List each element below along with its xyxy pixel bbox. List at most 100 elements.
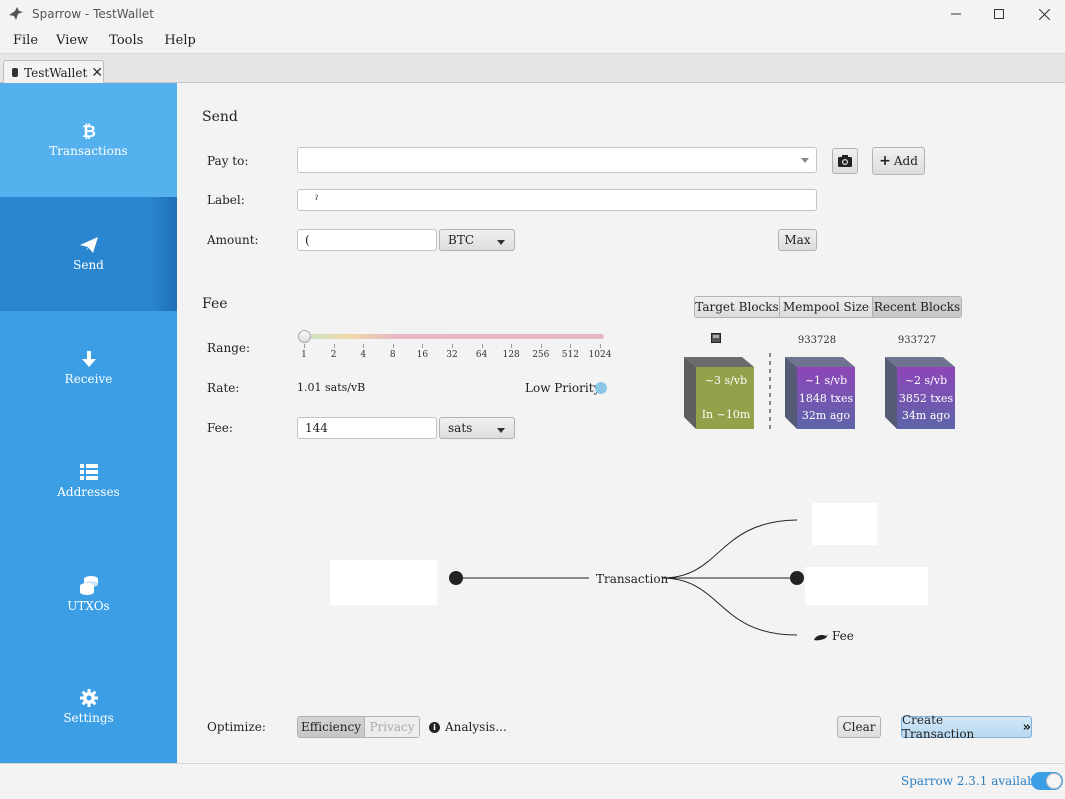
tab-mempool-size[interactable]: Mempool Size [780,297,873,317]
range-tick-label: 256 [532,350,550,360]
rate-label: Rate: [207,381,240,395]
optimize-toggle: Efficiency Privacy [297,716,420,738]
amount-unit-select[interactable]: BTC [439,229,515,251]
sidebar-item-label: Settings [63,711,114,725]
range-tick [392,344,394,348]
range-tick-label: 64 [475,350,488,360]
label-field[interactable]: ˀ [297,189,817,211]
change-output-box [805,567,928,605]
output-node [790,571,804,585]
chevron-down-icon [497,240,505,245]
sidebar-item-utxos[interactable]: UTXOs [0,537,177,651]
menu-view[interactable]: View [46,33,96,48]
input-box [330,560,437,605]
sidebar-item-settings[interactable]: Settings [0,650,177,764]
chevron-down-icon [497,428,505,433]
fee-range-slider-track[interactable] [304,334,604,339]
plus-icon: + [879,153,891,169]
status-bar: Sparrow 2.3.1 available [0,763,1065,799]
range-tick [540,344,542,348]
create-transaction-button[interactable]: Create Transaction » [901,713,1032,741]
priority-label: Low Priority [525,381,601,395]
menu-bar: File View Tools Help [0,28,1065,54]
gear-icon [79,689,98,707]
range-tick [600,344,601,348]
wallet-tab-strip: TestWallet ✕ [0,54,1065,84]
clear-button[interactable]: Clear [837,716,881,738]
camera-button[interactable] [832,148,858,174]
tab-recent-blocks[interactable]: Recent Blocks [873,297,961,317]
range-tick-label: 32 [446,350,458,360]
range-tick [570,344,572,348]
block-number: 933728 [797,335,837,346]
online-toggle[interactable] [1031,772,1063,790]
sidebar-item-addresses[interactable]: Addresses [0,424,177,538]
priority-indicator-icon [595,382,607,394]
block-tx-count: 3852 txes [898,392,954,405]
tab-target-blocks[interactable]: Target Blocks [695,297,780,317]
max-button[interactable]: Max [778,229,817,251]
minimize-icon[interactable] [933,0,978,28]
menu-tools[interactable]: Tools [96,33,151,48]
range-tick-label: 8 [389,350,396,360]
optimize-efficiency[interactable]: Efficiency [298,717,365,737]
analysis-link[interactable]: Analysis... [445,720,507,734]
input-node [449,571,463,585]
wallet-tab-label: TestWallet [24,65,88,80]
paper-plane-icon [79,237,98,253]
range-tick-label: 512 [561,350,579,360]
range-tick-label: 128 [502,350,520,360]
arrow-down-icon [81,351,96,367]
range-tick-label: 4 [360,350,367,360]
wallet-tab[interactable]: TestWallet ✕ [3,60,104,84]
toggle-knob [1046,773,1062,789]
add-recipient-button[interactable]: + Add [872,147,925,175]
fee-amount-field[interactable]: 144 [297,417,437,439]
optimize-privacy[interactable]: Privacy [365,717,419,737]
update-available-link[interactable]: Sparrow 2.3.1 available [901,774,1046,788]
fee-icon [814,634,828,641]
block-eta: In ~10m [701,408,751,421]
range-tick [481,344,483,348]
block-rate: ~2 s/vb [904,374,948,387]
window-title: Sparrow - TestWallet [32,7,154,21]
block-rate: ~1 s/vb [804,374,848,387]
amount-label: Amount: [207,233,259,247]
fee-rate-value: 1.01 sats/vB [297,381,366,394]
wallet-icon [12,68,19,77]
sidebar-item-receive[interactable]: Receive [0,311,177,425]
fee-view-toggle: Target Blocks Mempool Size Recent Blocks [694,296,962,318]
sidebar-item-label: Transactions [49,144,128,158]
pay-to-dropdown-icon[interactable] [801,158,809,163]
send-panel: Send Pay to: + Add Label: ˀ Amount: ( BT… [177,83,1065,763]
double-chevron-right-icon: » [1022,719,1031,735]
fee-range-slider-thumb[interactable] [298,330,311,343]
title-bar: Sparrow - TestWallet [0,0,1065,28]
sidebar-item-label: UTXOs [67,599,110,613]
fee-unit-select[interactable]: sats [439,417,515,439]
amount-field[interactable]: ( [297,229,437,251]
sidebar-item-label: Send [73,258,104,272]
sidebar-item-send[interactable]: Send [0,197,177,311]
menu-file[interactable]: File [0,33,46,48]
menu-help[interactable]: Help [151,33,204,48]
range-tick [304,344,305,348]
tab-close-icon[interactable]: ✕ [91,65,103,81]
coins-icon [79,576,98,595]
range-tick [363,344,365,348]
maximize-icon[interactable] [976,0,1021,28]
output-box [812,503,877,545]
range-tick-label: 1024 [588,350,612,360]
sidebar: ₿ Transactions Send Receive Addresses UT… [0,83,177,763]
sidebar-item-transactions[interactable]: ₿ Transactions [0,83,177,197]
pay-to-label: Pay to: [207,154,249,168]
range-tick [452,344,453,348]
transaction-node-label: Transaction [596,572,669,586]
label-field-label: Label: [207,193,245,207]
fee-label: Fee: [207,421,233,435]
sparrow-logo-icon [9,7,23,20]
close-icon[interactable] [1022,0,1065,28]
fee-section-title: Fee [202,296,228,312]
sidebar-item-label: Receive [64,372,113,386]
pay-to-field[interactable] [297,147,817,173]
